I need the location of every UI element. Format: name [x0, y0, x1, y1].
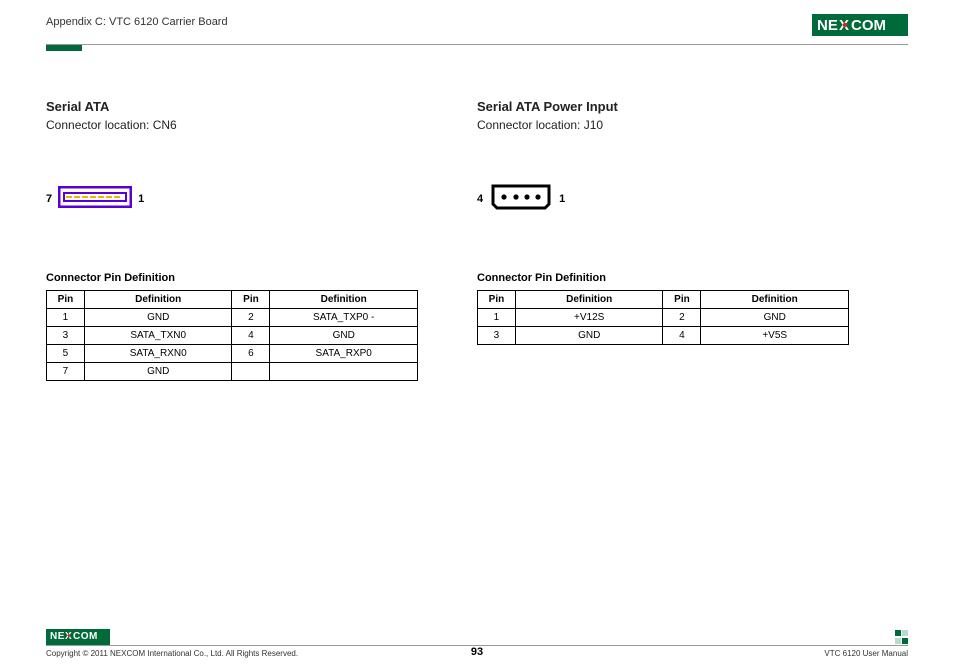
table-title: Connector Pin Definition	[46, 272, 449, 284]
table-row: 3 GND 4 +V5S	[478, 327, 849, 345]
cell-pin: 5	[47, 345, 85, 363]
connector-diagram-row: 7 1	[46, 184, 449, 214]
green-tab	[46, 45, 82, 51]
appendix-title: Appendix C: VTC 6120 Carrier Board	[46, 14, 228, 28]
connector-location: Connector location: J10	[477, 118, 908, 132]
manual-name: VTC 6120 User Manual	[824, 649, 908, 658]
cell-pin: 2	[663, 309, 701, 327]
nexcom-logo-small-icon: NE X COM	[50, 630, 106, 641]
pin-definition-table: Pin Definition Pin Definition 1 GND 2 SA…	[46, 290, 418, 381]
footer-logo: NE X COM	[46, 629, 110, 645]
table-row: 1 GND 2 SATA_TXP0 -	[47, 309, 418, 327]
col-header-def: Definition	[84, 291, 232, 309]
cell-pin: 3	[478, 327, 516, 345]
col-header-def: Definition	[515, 291, 663, 309]
col-header-pin: Pin	[663, 291, 701, 309]
pin-label-left: 7	[46, 193, 52, 205]
cell-pin: 4	[663, 327, 701, 345]
page-footer: NE X COM Copyright © 2011 NEXCOM Interna…	[46, 629, 908, 658]
power-connector-icon	[489, 184, 553, 215]
cell-pin: 3	[47, 327, 85, 345]
col-header-def: Definition	[270, 291, 418, 309]
content: Serial ATA Connector location: CN6 7	[46, 99, 908, 381]
cell-def: SATA_RXP0	[270, 345, 418, 363]
table-header-row: Pin Definition Pin Definition	[47, 291, 418, 309]
cell-def: SATA_TXN0	[84, 327, 232, 345]
cell-def: GND	[270, 327, 418, 345]
table-header-row: Pin Definition Pin Definition	[478, 291, 849, 309]
svg-text:NE: NE	[50, 631, 65, 641]
table-row: 3 SATA_TXN0 4 GND	[47, 327, 418, 345]
section-title: Serial ATA Power Input	[477, 99, 908, 114]
cell-pin: 6	[232, 345, 270, 363]
cell-def: GND	[515, 327, 663, 345]
table-row: 5 SATA_RXN0 6 SATA_RXP0	[47, 345, 418, 363]
cell-def: SATA_RXN0	[84, 345, 232, 363]
connector-location: Connector location: CN6	[46, 118, 449, 132]
footer-squares-icon	[895, 638, 908, 644]
cell-pin	[232, 363, 270, 381]
cell-pin: 2	[232, 309, 270, 327]
col-header-pin: Pin	[478, 291, 516, 309]
copyright-text: Copyright © 2011 NEXCOM International Co…	[46, 649, 298, 658]
cell-def: +V5S	[701, 327, 849, 345]
svg-text:COM: COM	[851, 17, 886, 33]
brand-logo: NE X COM	[812, 14, 908, 36]
svg-text:COM: COM	[73, 631, 98, 641]
cell-def: +V12S	[515, 309, 663, 327]
cell-def: SATA_TXP0 -	[270, 309, 418, 327]
cell-def	[270, 363, 418, 381]
cell-pin: 7	[47, 363, 85, 381]
cell-def: GND	[84, 309, 232, 327]
table-title: Connector Pin Definition	[477, 272, 908, 284]
table-row: 1 +V12S 2 GND	[478, 309, 849, 327]
cell-def: GND	[84, 363, 232, 381]
pin-label-right: 1	[138, 193, 144, 205]
header-rule	[46, 44, 908, 45]
cell-pin: 1	[478, 309, 516, 327]
cell-def: GND	[701, 309, 849, 327]
table-row: 7 GND	[47, 363, 418, 381]
footer-squares-icon	[895, 630, 908, 636]
cell-pin: 1	[47, 309, 85, 327]
col-header-pin: Pin	[47, 291, 85, 309]
cell-pin: 4	[232, 327, 270, 345]
col-header-def: Definition	[701, 291, 849, 309]
section-title: Serial ATA	[46, 99, 449, 114]
sata-connector-icon	[58, 186, 132, 213]
pin-label-left: 4	[477, 193, 483, 205]
page-header: Appendix C: VTC 6120 Carrier Board NE X …	[46, 14, 908, 42]
pin-definition-table: Pin Definition Pin Definition 1 +V12S 2 …	[477, 290, 849, 345]
connector-diagram-row: 4 1	[477, 184, 908, 214]
page-number: 93	[471, 646, 483, 658]
section-serial-ata-power: Serial ATA Power Input Connector locatio…	[477, 99, 908, 381]
pin-label-right: 1	[559, 193, 565, 205]
col-header-pin: Pin	[232, 291, 270, 309]
svg-text:NE: NE	[817, 17, 838, 33]
section-serial-ata: Serial ATA Connector location: CN6 7	[46, 99, 477, 381]
nexcom-logo-icon: NE X COM	[817, 17, 903, 33]
